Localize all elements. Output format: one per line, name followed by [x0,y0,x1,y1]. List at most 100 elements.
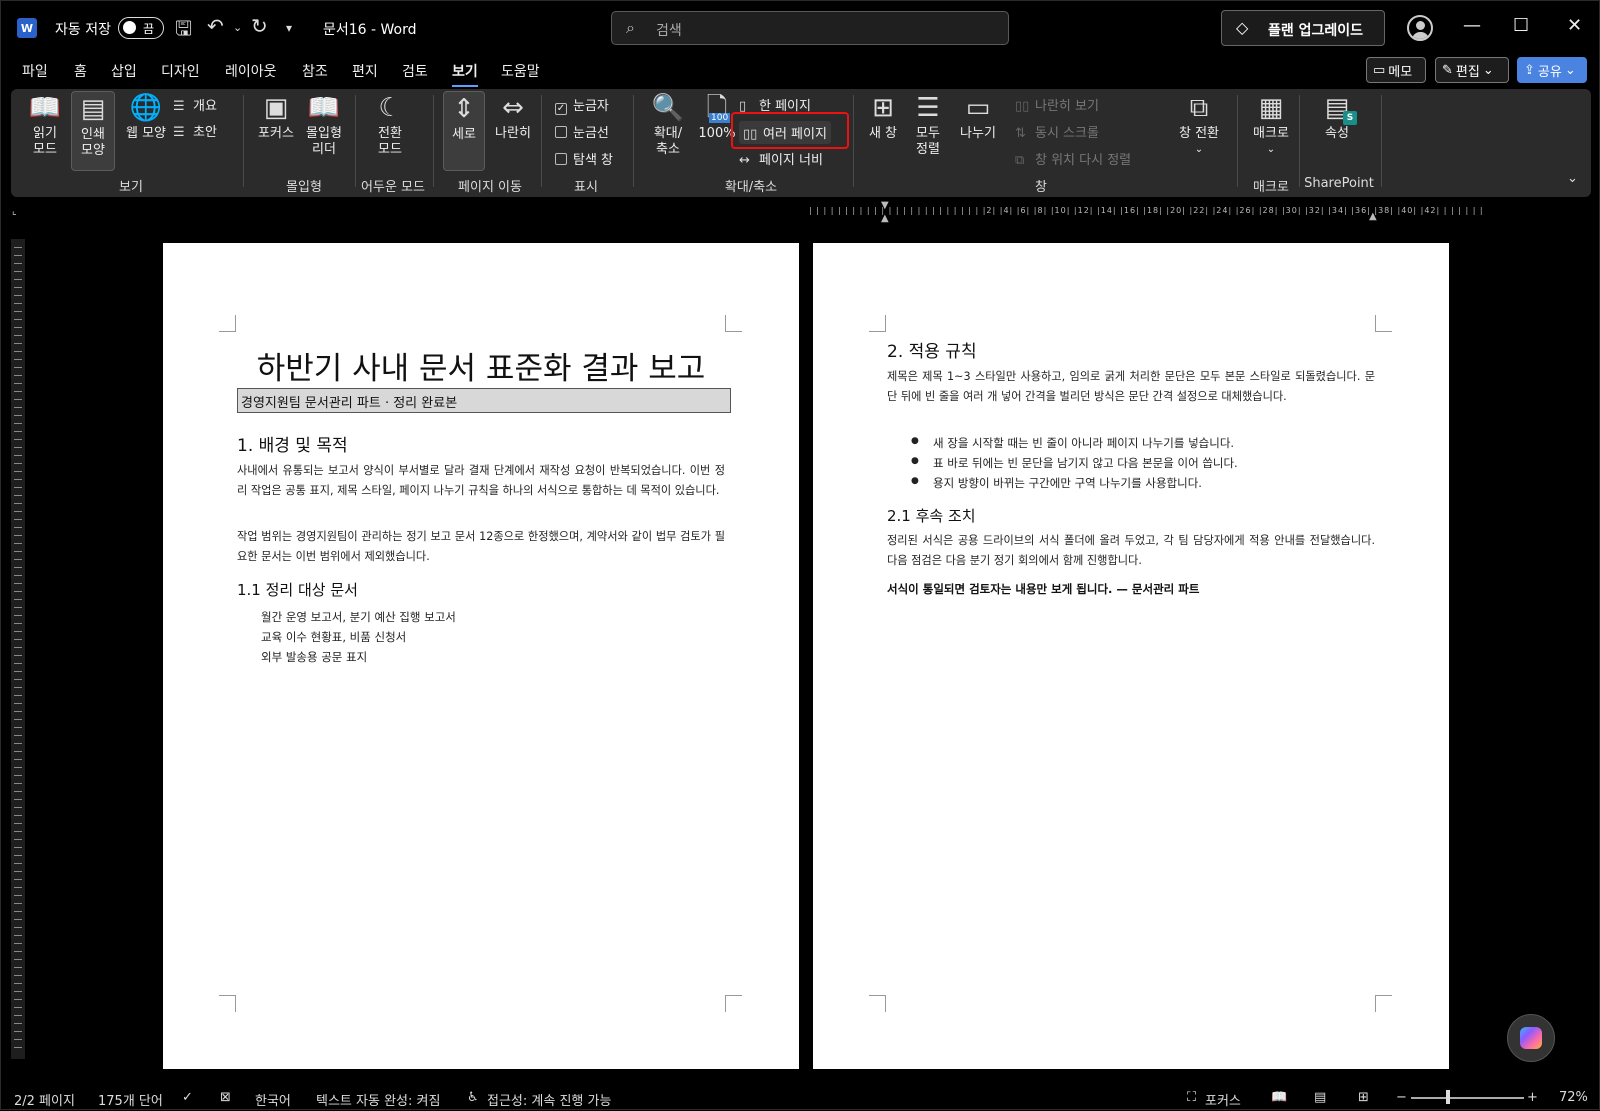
ruler-tick [14,375,22,376]
zoom-slider-thumb[interactable] [1446,1090,1450,1104]
autosave-label: 자동 저장 [55,22,111,38]
read-mode-icon[interactable]: 📖 [1271,1090,1287,1105]
collapse-ribbon-icon[interactable]: ⌄ [1567,171,1578,186]
tab-layout[interactable]: 레이아웃 [225,61,277,81]
track-changes-icon[interactable]: ⊠ [220,1090,231,1105]
comment-icon: ▭ [1373,62,1386,78]
autosave-toggle[interactable]: 끔 [118,17,164,39]
vertical-ruler[interactable] [11,239,25,1059]
switch-mode-button[interactable]: ☾ 전환 모드 [367,93,413,158]
arrange-all-icon: ☰ [916,93,940,123]
tab-review[interactable]: 검토 [402,61,428,81]
edit-mode-button[interactable]: ✎ 편집 ⌄ [1435,57,1509,83]
side-to-side-button[interactable]: ⇔ 나란히 [489,93,537,142]
ruler-tick [14,351,22,352]
maximize-icon[interactable]: ☐ [1513,15,1529,36]
copilot-button[interactable] [1507,1014,1555,1062]
zoom-out-icon[interactable]: − [1396,1090,1407,1105]
paragraph: 사내에서 유통되는 보고서 양식이 부서별로 달라 결재 단계에서 재작성 요청… [237,464,725,497]
tab-selector-icon[interactable]: ⌞ [12,206,17,217]
ruler-tick [14,551,22,552]
ruler-tick [14,799,22,800]
upgrade-plan-button[interactable]: ◇ 플랜 업그레이드 [1221,10,1385,46]
vertical-button[interactable]: ⇕ 세로 [443,91,485,171]
left-indent-marker[interactable]: ▲ [881,213,889,224]
zoom-slider-track[interactable] [1411,1097,1524,1099]
zoom-button[interactable]: 🔍 확대/ 축소 [645,93,691,158]
group-label-zoom: 확대/축소 [724,180,778,195]
chevron-down-icon: ⌄ [1482,62,1494,78]
navigation-pane-checkbox[interactable]: 탐색 창 [555,149,613,168]
text-predictions-status[interactable]: 텍스트 자동 완성: 켜짐 [316,1090,440,1109]
web-layout-icon[interactable]: ⊞ [1358,1090,1369,1105]
macros-button[interactable]: ▦ 매크로 ⌄ [1247,93,1295,158]
tab-view[interactable]: 보기 [452,61,478,87]
undo-dropdown-icon[interactable]: ⌄ [233,21,242,34]
right-indent-marker[interactable]: ▲ [1369,211,1377,222]
ruler-tick [14,991,22,992]
tab-help[interactable]: 도움말 [501,61,540,81]
zoom-level[interactable]: 72% [1559,1090,1588,1105]
ruler-checkbox[interactable]: ✓ 눈금자 [555,95,609,115]
zoom-100-label: 100% [698,126,736,141]
print-layout-button[interactable]: ▤ 인쇄 모양 [71,91,115,171]
redo-icon[interactable]: ↻ [251,14,268,38]
page-count[interactable]: 2/2 페이지 [14,1090,75,1109]
search-box[interactable]: ⌕ 검색 [611,11,1009,45]
web-layout-button[interactable]: 🌐 웹 모양 [119,93,173,142]
switch-windows-button[interactable]: ⧉ 창 전환 ⌄ [1171,93,1227,158]
user-avatar[interactable] [1407,15,1433,41]
read-mode-button[interactable]: 📖 읽기 모드 [21,93,69,158]
close-icon[interactable]: ✕ [1567,15,1582,36]
draft-label: 초안 [193,125,217,140]
save-icon[interactable]: 🖫 [175,14,192,48]
page-2[interactable]: 2. 적용 규칙 제목은 제목 1~3 스타일만 사용하고, 임의로 굵게 처리… [813,243,1449,1069]
closing-statement: 서식이 통일되면 검토자는 내용만 보게 됩니다. — 문서관리 파트 [887,582,1200,596]
chevron-down-icon: ⌄ [1194,144,1204,155]
focus-button[interactable]: ▣ 포커스 [253,93,299,142]
tab-references[interactable]: 참조 [302,61,328,81]
ruler-tick [14,639,22,640]
page-width-button[interactable]: ↔ 페이지 너비 [739,149,823,168]
tab-home[interactable]: 홈 [74,61,87,81]
minimize-icon[interactable]: — [1463,15,1481,36]
word-count[interactable]: 175개 단어 [98,1090,163,1109]
tab-insert[interactable]: 삽입 [111,61,137,81]
crop-mark [1375,315,1392,332]
language-status[interactable]: 한국어 [255,1090,291,1109]
tab-design[interactable]: 디자인 [161,61,200,81]
arrange-all-button[interactable]: ☰ 모두 정렬 [907,93,949,158]
focus-status-button[interactable]: 포커스 [1205,1090,1241,1109]
reset-window-position-button[interactable]: ⧉ 창 위치 다시 정렬 [1015,149,1131,168]
first-line-indent-marker[interactable]: ▼ [881,200,889,211]
crop-mark [869,315,886,332]
ruler-tick [14,583,22,584]
horizontal-ruler[interactable]: | | | | | | | | | | | | | | | | | | | | … [809,206,1483,220]
page-1[interactable]: 하반기 사내 문서 표준화 결과 보고 경영지원팀 문서관리 파트 · 정리 완… [163,243,799,1069]
draft-button[interactable]: ☰ 초안 [173,121,217,140]
view-side-by-side-button[interactable]: ▯▯ 나란히 보기 [1015,95,1099,114]
zoom-in-icon[interactable]: + [1527,1090,1538,1105]
new-window-button[interactable]: ⊞ 새 창 [863,93,903,142]
customize-toolbar-icon[interactable]: ▾ [286,21,292,35]
synchronous-scrolling-button[interactable]: ⇅ 동시 스크롤 [1015,122,1099,141]
undo-icon[interactable]: ↶ [207,14,224,38]
memo-button[interactable]: ▭ 메모 [1366,57,1426,83]
print-layout-icon[interactable]: ▤ [1314,1090,1326,1105]
outline-button[interactable]: ☰ 개요 [173,95,217,114]
split-button[interactable]: ▭ 나누기 [955,93,1001,142]
page-width-icon: ↔ [739,153,750,168]
share-button[interactable]: ⇪ 공유 ⌄ [1517,57,1587,83]
tab-file[interactable]: 파일 [22,61,48,81]
group-separator [1381,95,1382,187]
tab-mailings[interactable]: 편지 [352,61,378,81]
crop-mark [869,995,886,1012]
group-separator [355,95,356,187]
ruler-tick [14,511,22,512]
gridlines-checkbox[interactable]: 눈금선 [555,122,609,141]
draft-icon: ☰ [173,125,185,140]
accessibility-status[interactable]: 접근성: 계속 진행 가능 [487,1090,611,1109]
toggle-knob [123,21,136,34]
proofing-icon[interactable]: ✓ [182,1090,193,1105]
immersive-reader-button[interactable]: 📖 몰입형 리더 [301,93,347,158]
